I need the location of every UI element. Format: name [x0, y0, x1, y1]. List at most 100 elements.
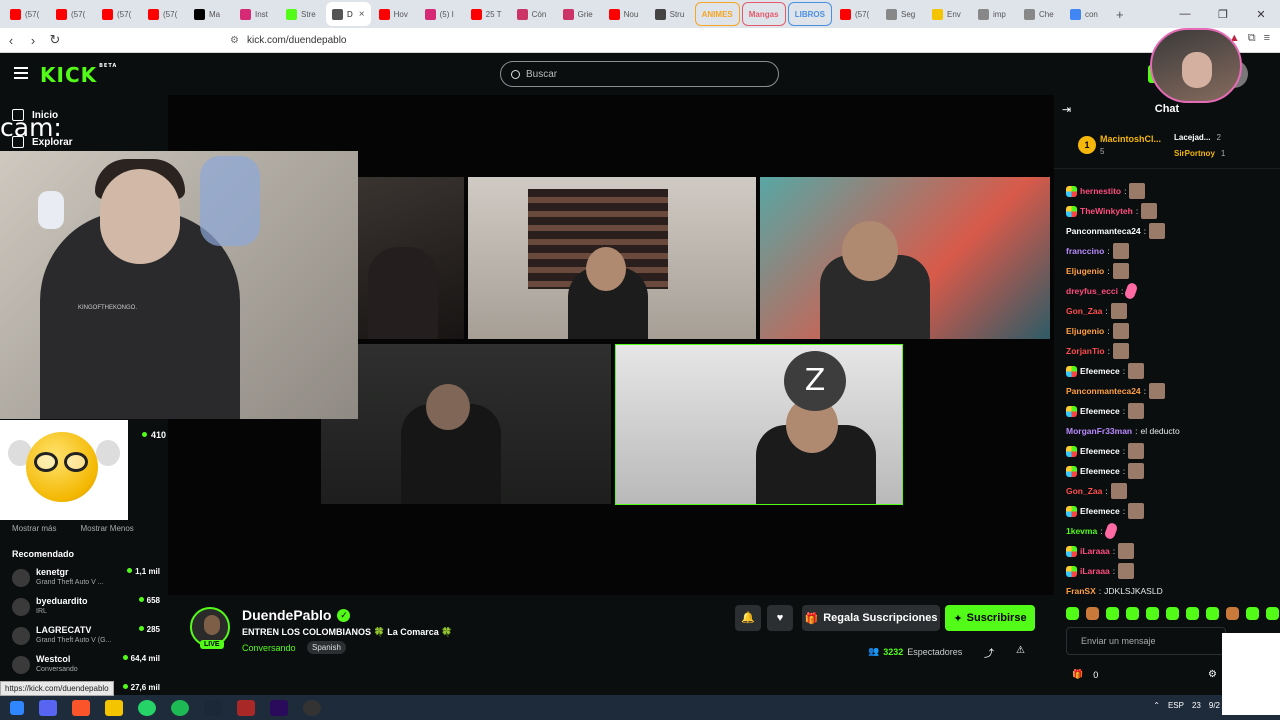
reload-icon[interactable]: ↻ — [44, 32, 66, 48]
extension-icon[interactable]: ⧉ — [1248, 32, 1256, 45]
follow-heart-icon[interactable]: ♥ — [767, 605, 793, 631]
emote-icon[interactable] — [1226, 607, 1239, 620]
chat-username[interactable]: franccino — [1066, 246, 1104, 256]
chat-settings-gear-icon[interactable]: ⚙ — [1208, 669, 1217, 680]
back-icon[interactable]: ‹ — [0, 33, 22, 48]
browser-tab[interactable]: (57( — [4, 2, 48, 26]
emote-icon[interactable] — [1206, 607, 1219, 620]
whatsapp-icon[interactable] — [138, 699, 156, 716]
spotify-icon[interactable] — [171, 699, 189, 716]
premiere-icon[interactable] — [270, 699, 288, 716]
tab-group-label[interactable]: ANIMES — [694, 2, 740, 26]
chat-username[interactable]: 1kevma — [1066, 526, 1097, 536]
obs-icon[interactable] — [303, 699, 321, 716]
language-tag[interactable]: Spanish — [307, 641, 346, 654]
tray-date[interactable]: 9/2 — [1209, 701, 1220, 710]
chat-username[interactable]: iLaraaa — [1080, 546, 1110, 556]
browser-tab[interactable]: 25 T — [465, 2, 509, 26]
browser-tab[interactable]: imp — [972, 2, 1016, 26]
minimize-icon[interactable]: — — [1166, 8, 1204, 20]
chat-username[interactable]: ZorjanTio — [1066, 346, 1105, 356]
chat-username[interactable]: Gon_Zaa — [1066, 306, 1102, 316]
file-explorer-icon[interactable] — [105, 699, 123, 716]
new-tab-icon[interactable]: + — [1110, 2, 1154, 26]
browser-tab[interactable]: (57( — [834, 2, 878, 26]
chat-username[interactable]: FranSX — [1066, 586, 1096, 596]
hamburger-menu-icon[interactable] — [14, 67, 28, 79]
steam-icon[interactable] — [204, 699, 222, 716]
leaderboard-first-name[interactable]: MacintoshCl... — [1100, 134, 1161, 144]
tab-group-label[interactable]: Mangas — [741, 2, 786, 26]
brave-icon[interactable] — [72, 699, 90, 716]
recommended-channel[interactable]: Westcol Conversando 64,4 mil — [12, 652, 160, 678]
restore-icon[interactable]: ❐ — [1204, 8, 1242, 21]
browser-tab[interactable]: Nou — [603, 2, 647, 26]
leaderboard-third[interactable]: SirPortnoy 1 — [1174, 149, 1225, 158]
recommended-channel[interactable]: LAGRECATV Grand Theft Auto V (G... 285 — [12, 623, 160, 649]
emote-icon[interactable] — [1246, 607, 1259, 620]
recommended-channel[interactable]: byeduardito IRL 658 — [12, 594, 160, 620]
browser-tab[interactable]: Stre — [280, 2, 324, 26]
gift-subs-button[interactable]: 🎁 Regala Suscripciones — [802, 605, 940, 631]
chat-username[interactable]: Efeemece — [1080, 506, 1120, 516]
menu-icon[interactable]: ≡ — [1264, 32, 1270, 45]
chat-username[interactable]: hernestito — [1080, 186, 1121, 196]
voicemeeter-icon[interactable] — [237, 699, 255, 716]
emote-icon[interactable] — [1146, 607, 1159, 620]
subscribe-button[interactable]: ✦ Suscribirse — [945, 605, 1035, 631]
tab-group-label[interactable]: LIBROS — [787, 2, 832, 26]
chat-username[interactable]: Eljugenio — [1066, 326, 1104, 336]
chat-username[interactable]: iLaraaa — [1080, 566, 1110, 576]
show-more-link[interactable]: Mostrar más — [12, 524, 56, 533]
emote-icon[interactable] — [1126, 607, 1139, 620]
emote-icon[interactable] — [1266, 607, 1279, 620]
points-icon[interactable]: 🎁 — [1072, 669, 1083, 680]
browser-tab[interactable]: Env — [926, 2, 970, 26]
address-bar[interactable]: ⚙ kick.com/duendepablo — [230, 30, 980, 51]
search-input[interactable]: Buscar — [500, 61, 779, 87]
browser-tab[interactable]: con — [1064, 2, 1108, 26]
chat-username[interactable]: Gon_Zaa — [1066, 486, 1102, 496]
tab-close-icon[interactable]: × — [359, 9, 365, 20]
streamer-name[interactable]: DuendePablo — [242, 607, 331, 623]
browser-tab[interactable]: (57( — [142, 2, 186, 26]
browser-tab[interactable]: Seg — [880, 2, 924, 26]
show-less-link[interactable]: Mostrar Menos — [80, 524, 133, 533]
chat-username[interactable]: MorganFr33man — [1066, 426, 1132, 436]
chat-username[interactable]: TheWinkyteh — [1080, 206, 1133, 216]
browser-tab[interactable]: Hov — [373, 2, 417, 26]
chat-message-input[interactable]: Enviar un mensaje — [1066, 627, 1226, 655]
notification-bell-icon[interactable]: 🔔 — [735, 605, 761, 631]
leaderboard-second[interactable]: Lacejad... 2 — [1174, 133, 1221, 142]
emote-icon[interactable] — [1166, 607, 1179, 620]
browser-tab[interactable]: (57( — [50, 2, 94, 26]
emote-icon[interactable] — [1186, 607, 1199, 620]
tray-arrow-icon[interactable]: ⌃ — [1153, 701, 1160, 710]
chat-username[interactable]: Eljugenio — [1066, 266, 1104, 276]
tray-language[interactable]: ESP — [1168, 701, 1184, 710]
stream-category[interactable]: Conversando — [242, 643, 296, 653]
discord-icon[interactable] — [39, 699, 57, 716]
emote-icon[interactable] — [1066, 607, 1079, 620]
browser-tab[interactable]: Che — [1018, 2, 1062, 26]
browser-tab[interactable]: Inst — [234, 2, 278, 26]
kick-logo[interactable]: KICK BETA — [40, 63, 117, 87]
chat-username[interactable]: Efeemece — [1080, 466, 1120, 476]
browser-tab[interactable]: (5) I — [419, 2, 463, 26]
windows-start-icon[interactable] — [10, 700, 24, 715]
browser-tab[interactable]: D × — [326, 2, 371, 26]
browser-tab[interactable]: Grie — [557, 2, 601, 26]
browser-tab[interactable]: Cón — [511, 2, 555, 26]
tray-time[interactable]: 23 — [1192, 701, 1201, 710]
forward-icon[interactable]: › — [22, 33, 44, 48]
browser-tab[interactable]: Ma — [188, 2, 232, 26]
report-icon[interactable]: ⚠ — [1016, 645, 1025, 656]
emote-icon[interactable] — [1086, 607, 1099, 620]
chat-username[interactable]: Efeemece — [1080, 366, 1120, 376]
chat-username[interactable]: Efeemece — [1080, 406, 1120, 416]
chat-username[interactable]: Panconmanteca24 — [1066, 386, 1141, 396]
browser-tab[interactable]: Stru — [649, 2, 693, 26]
recommended-channel[interactable]: kenetgr Grand Theft Auto V ... 1,1 mil — [12, 565, 160, 591]
chat-username[interactable]: Efeemece — [1080, 446, 1120, 456]
chat-username[interactable]: dreyfus_ecci — [1066, 286, 1118, 296]
